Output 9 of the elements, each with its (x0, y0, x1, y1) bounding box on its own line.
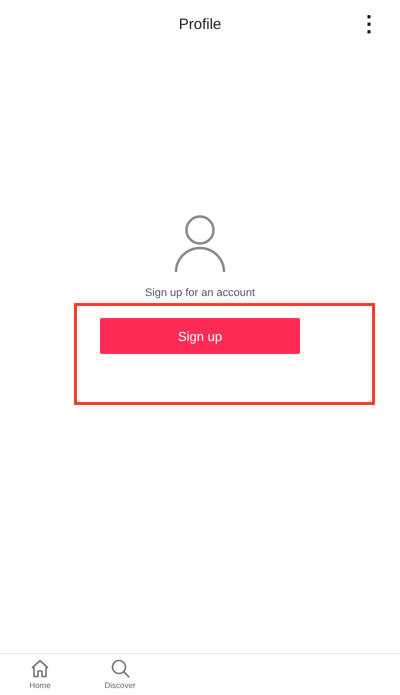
person-icon (174, 215, 226, 273)
tab-label[interactable]: Discover (104, 681, 136, 690)
page-title: Profile (178, 16, 222, 32)
more-menu-button[interactable]: ⋮ (354, 13, 384, 35)
search-icon (110, 659, 130, 678)
tab-label[interactable]: Home (29, 681, 51, 690)
signup-prompt: Sign up for an account (144, 287, 256, 299)
sign-up-button[interactable]: Sign up (100, 318, 300, 354)
home-icon (30, 659, 50, 678)
